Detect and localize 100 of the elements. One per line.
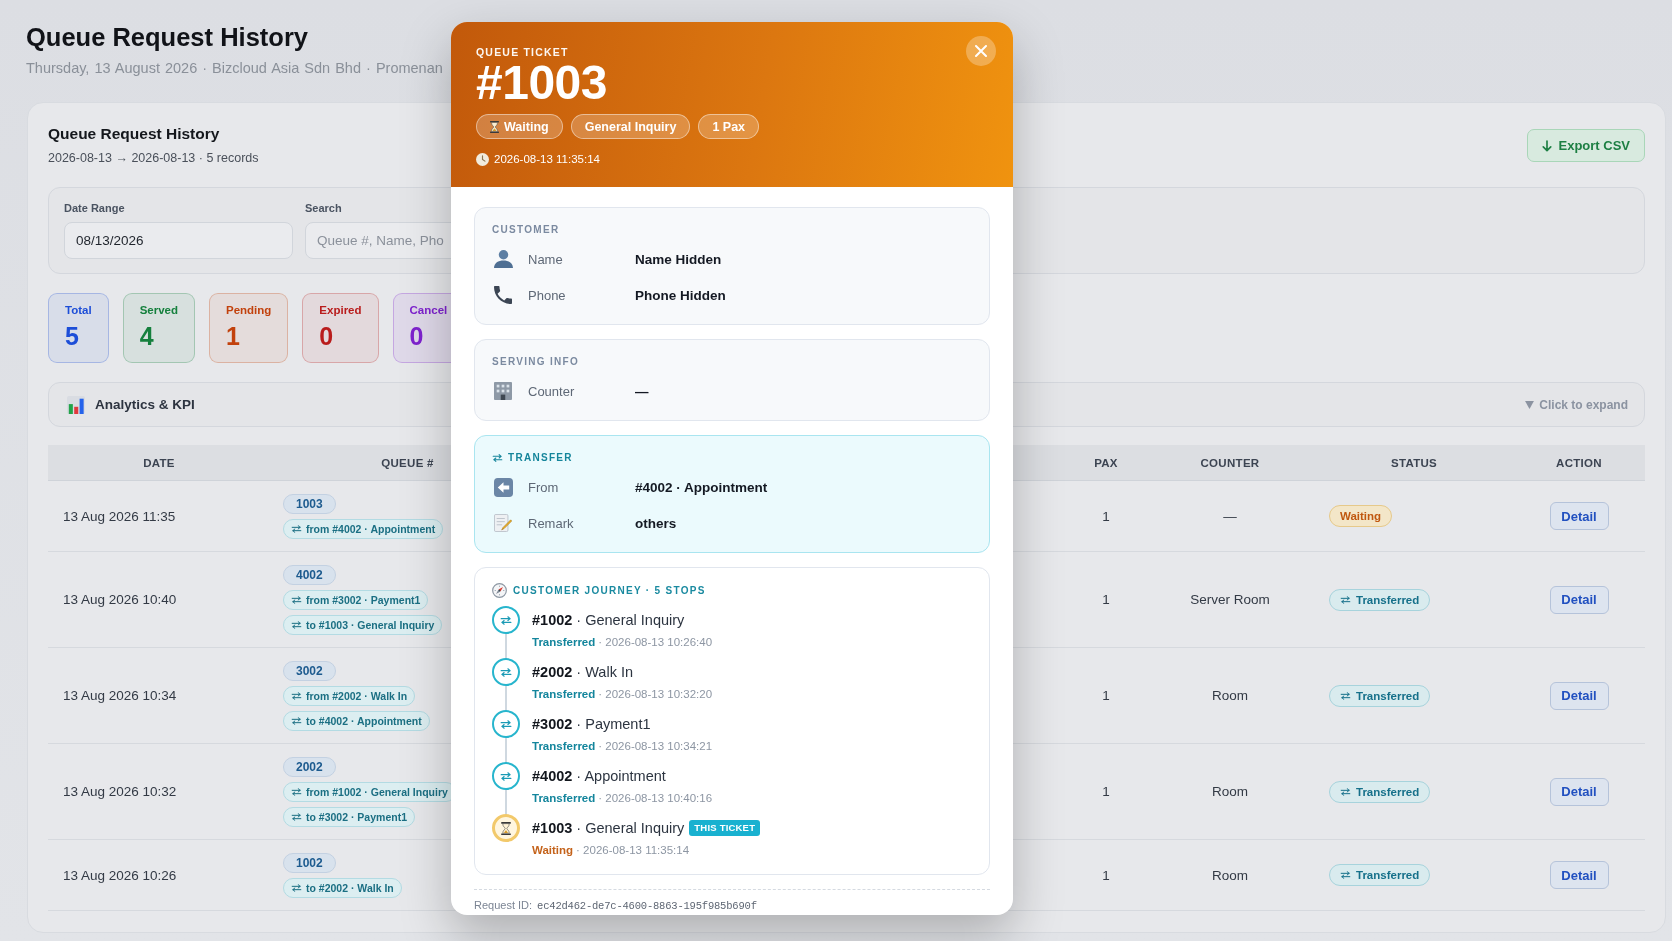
arrow-down-icon xyxy=(1542,139,1553,152)
field-value: — xyxy=(635,383,649,399)
section-title: TRANSFER xyxy=(508,451,573,465)
request-id-label: Request ID: xyxy=(474,898,533,912)
created-time: 2026-08-13 11:35:14 xyxy=(494,152,600,167)
transfer-label: from #1002 · General Inquiry xyxy=(306,786,448,798)
chip-text: 1 Pax xyxy=(712,119,746,134)
counter-cell: Room xyxy=(1212,688,1248,703)
memo-icon xyxy=(494,514,512,532)
detail-button[interactable]: Detail xyxy=(1549,585,1609,614)
stat-value: 5 xyxy=(65,322,79,350)
transfer-arrows-icon xyxy=(492,454,503,462)
stat-value: 4 xyxy=(139,322,154,350)
detail-button[interactable]: Detail xyxy=(1549,681,1609,710)
transfer-label: from #2002 · Walk In xyxy=(306,690,408,702)
stat-value: 1 xyxy=(226,322,240,350)
card-subtitle: 2026-08-13 → 2026-08-13 · 5 records xyxy=(48,150,259,167)
stat-value: 0 xyxy=(319,322,334,350)
building-icon xyxy=(494,382,512,400)
card-title: Queue Request History xyxy=(48,124,220,144)
transfer-stop-icon xyxy=(492,606,520,634)
transfer-label: to #4002 · Appointment xyxy=(306,715,422,727)
stop-time: · 2026-08-13 11:35:14 xyxy=(576,843,690,858)
stop-title: #4002 · Appointment xyxy=(532,767,666,786)
column-header: STATUS xyxy=(1390,456,1438,469)
hourglass-stop-icon xyxy=(492,814,520,842)
transfer-label: to #3002 · Payment1 xyxy=(306,811,407,823)
transfer-arrows-icon xyxy=(291,788,302,796)
stop-status: Transferred xyxy=(532,687,596,702)
stat-label: Served xyxy=(139,303,178,318)
stop-status: Transferred xyxy=(532,739,596,754)
field-label: Phone xyxy=(528,287,567,303)
clock-icon xyxy=(476,152,489,166)
transfer-label: to #2002 · Walk In xyxy=(306,882,394,894)
counter-cell: Server Room xyxy=(1190,592,1270,607)
person-icon xyxy=(493,250,513,268)
column-header: DATE xyxy=(143,456,175,469)
section-title: CUSTOMER JOURNEY · 5 STOPS xyxy=(513,583,706,598)
counter-cell: — xyxy=(1223,508,1237,524)
ticket-label: QUEUE TICKET xyxy=(476,46,569,58)
detail-button[interactable]: Detail xyxy=(1549,861,1609,889)
transfer-stop-icon xyxy=(492,658,520,686)
stop-time: · 2026-08-13 10:32:20 xyxy=(598,687,713,702)
field-label: From xyxy=(528,479,560,495)
pax-cell: 1 xyxy=(1102,688,1110,703)
pax-cell: 1 xyxy=(1102,508,1110,524)
stat-value: 0 xyxy=(409,322,424,350)
transfer-arrows-icon xyxy=(291,596,302,604)
transfer-label: from #3002 · Payment1 xyxy=(306,594,421,606)
column-header: QUEUE # xyxy=(381,456,434,469)
queue-number-badge: 3002 xyxy=(283,661,336,681)
export-csv-button[interactable]: Export CSV xyxy=(1527,129,1645,162)
date-cell: 13 Aug 2026 10:34 xyxy=(63,688,177,703)
counter-cell: Room xyxy=(1212,867,1248,883)
stop-title: #3002 · Payment1 xyxy=(532,715,651,734)
transfer-arrows-icon xyxy=(291,884,302,892)
this-ticket-badge: THIS TICKET xyxy=(689,820,761,836)
field-label: Search xyxy=(305,201,342,216)
transfer-arrows-icon xyxy=(1340,871,1351,879)
date-field[interactable]: 08/13/2026 xyxy=(64,222,293,259)
column-header: COUNTER xyxy=(1200,456,1260,469)
transfer-arrows-icon xyxy=(291,621,302,629)
stop-status: Transferred xyxy=(532,791,596,806)
transfer-arrows-icon xyxy=(1340,691,1351,700)
section-title: SERVING INFO xyxy=(492,355,580,369)
stop-status: Waiting xyxy=(532,843,574,858)
compass-icon xyxy=(492,583,507,598)
queue-number-badge: 2002 xyxy=(283,757,336,777)
column-header: ACTION xyxy=(1556,456,1602,469)
transfer-stop-icon xyxy=(492,710,520,738)
field-value: Phone Hidden xyxy=(635,287,726,303)
hourglass-icon xyxy=(490,120,499,133)
transfer-arrows-icon xyxy=(291,813,302,821)
page-subtitle: Thursday, 13 August 2026 · Bizcloud Asia Sdn Bhd · Promenan xyxy=(26,59,443,77)
section-title: CUSTOMER xyxy=(492,223,560,237)
ticket-number: #1003 xyxy=(476,59,607,107)
transfer-stop-icon xyxy=(492,762,520,790)
field-label: Name xyxy=(528,251,564,267)
bar-chart-icon xyxy=(67,395,85,414)
transfer-arrows-icon xyxy=(1340,595,1351,604)
field-label: Remark xyxy=(528,515,575,531)
close-button[interactable] xyxy=(966,36,996,66)
detail-button[interactable]: Detail xyxy=(1549,777,1609,806)
phone-icon xyxy=(494,286,512,304)
transfer-label: from #4002 · Appointment xyxy=(306,523,436,535)
transfer-arrows-icon xyxy=(291,525,302,533)
chip-text: Waiting xyxy=(504,119,549,134)
stat-label: Expired xyxy=(319,303,362,318)
close-icon xyxy=(975,45,987,57)
stop-status: Transferred xyxy=(532,635,596,650)
stop-time: · 2026-08-13 10:34:21 xyxy=(598,739,713,754)
field-value: others xyxy=(635,515,677,531)
page-title: Queue Request History xyxy=(26,22,308,53)
chip-text: General Inquiry xyxy=(584,119,677,134)
date-cell: 13 Aug 2026 10:32 xyxy=(63,784,177,799)
date-cell: 13 Aug 2026 10:40 xyxy=(63,592,177,607)
detail-button[interactable]: Detail xyxy=(1549,502,1609,530)
transfer-arrows-icon xyxy=(1340,787,1351,796)
triangle-down-icon xyxy=(1525,400,1535,409)
column-header: PAX xyxy=(1094,456,1118,469)
